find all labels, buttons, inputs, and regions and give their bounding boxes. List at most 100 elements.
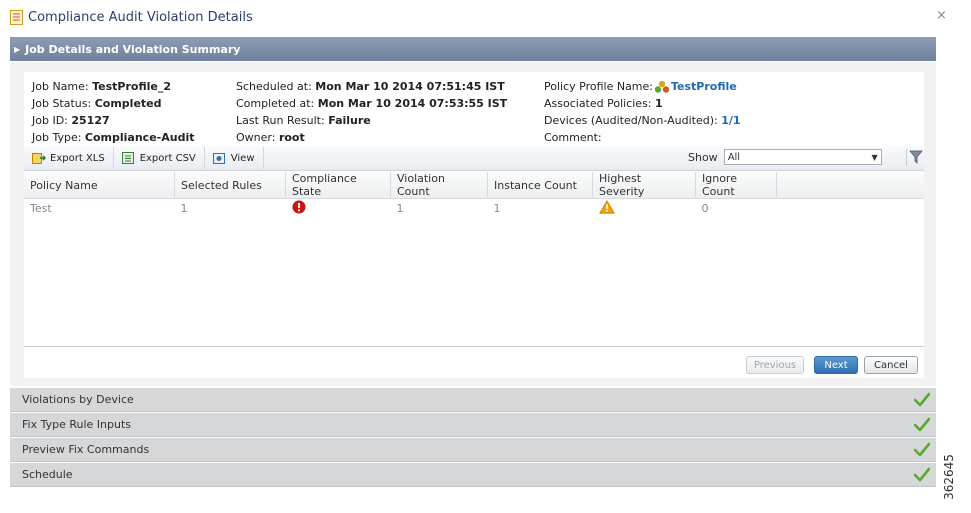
scheduled-row: Scheduled at: Mon Mar 10 2014 07:51:45 I… bbox=[236, 78, 507, 95]
grid-toolbar: Export XLS Export CSV View Show All ▼ bbox=[24, 146, 924, 171]
section-schedule[interactable]: Schedule bbox=[10, 463, 936, 487]
policy-name-cell: Test bbox=[30, 201, 52, 215]
scheduled-label: Scheduled at: bbox=[236, 80, 316, 93]
job-type-label: Job Type: bbox=[32, 131, 85, 144]
dialog-title: Compliance Audit Violation Details bbox=[10, 6, 253, 28]
policy-profile-link[interactable]: TestProfile bbox=[671, 78, 737, 95]
column-header[interactable]: Ignore Count bbox=[695, 172, 777, 199]
instance-count-cell: 1 bbox=[493, 201, 501, 215]
job-id-label: Job ID: bbox=[32, 114, 72, 127]
show-filter: Show All ▼ bbox=[688, 149, 882, 165]
summary-section-header[interactable]: ▶ Job Details and Violation Summary bbox=[10, 37, 936, 61]
job-status-row: Job Status: Completed bbox=[32, 95, 194, 112]
table-header-row: Policy Name Selected Rules Compliance St… bbox=[24, 172, 924, 199]
job-info-column-3: Policy Profile Name: TestProfile Associa… bbox=[544, 78, 741, 146]
associated-policies-label: Associated Policies: bbox=[544, 97, 656, 110]
summary-panel: Job Name: TestProfile_2 Job Status: Comp… bbox=[10, 62, 936, 386]
job-info-column-1: Job Name: TestProfile_2 Job Status: Comp… bbox=[32, 78, 194, 146]
export-xls-label: Export XLS bbox=[50, 152, 105, 164]
check-icon bbox=[914, 442, 930, 457]
violation-count-cell: 1 bbox=[396, 201, 404, 215]
document-icon bbox=[10, 9, 23, 25]
associated-policies-row: Associated Policies: 1 bbox=[544, 95, 741, 112]
next-button[interactable]: Next bbox=[814, 356, 858, 374]
warning-icon bbox=[598, 199, 615, 214]
section-preview-fix-commands[interactable]: Preview Fix Commands bbox=[10, 438, 936, 462]
compliance-state-cell bbox=[286, 199, 391, 218]
last-run-label: Last Run Result: bbox=[236, 114, 329, 127]
view-label: View bbox=[230, 152, 255, 164]
violation-summary-table: Policy Name Selected Rules Compliance St… bbox=[24, 172, 924, 217]
selected-rules-cell: 1 bbox=[180, 201, 188, 215]
section-label: Schedule bbox=[22, 468, 73, 481]
highest-severity-cell bbox=[593, 199, 696, 218]
view-button[interactable]: View bbox=[205, 147, 264, 169]
table-row[interactable]: Test 1 1 1 0 bbox=[24, 199, 924, 218]
chevron-down-icon: ▼ bbox=[871, 152, 878, 162]
devices-row: Devices (Audited/Non-Audited): 1/1 bbox=[544, 112, 741, 129]
filler-cell bbox=[777, 199, 925, 218]
owner-label: Owner: bbox=[236, 131, 279, 144]
job-status-label: Job Status: bbox=[32, 97, 95, 110]
figure-id-text: 362645 bbox=[941, 454, 956, 500]
column-header[interactable]: Selected Rules bbox=[174, 172, 286, 199]
show-select-value: All bbox=[727, 151, 741, 163]
export-xls-button[interactable]: Export XLS bbox=[24, 147, 114, 169]
column-header[interactable]: Policy Name bbox=[24, 172, 175, 199]
close-button[interactable]: × bbox=[936, 8, 947, 23]
policy-profile-label: Policy Profile Name: bbox=[544, 80, 653, 93]
completed-label: Completed at: bbox=[236, 97, 318, 110]
expand-arrow-icon: ▶ bbox=[14, 44, 21, 54]
job-id-row: Job ID: 25127 bbox=[32, 112, 194, 129]
completed-value: Mon Mar 10 2014 07:53:55 IST bbox=[317, 97, 508, 110]
section-label: Violations by Device bbox=[22, 393, 134, 406]
job-id-value: 25127 bbox=[71, 114, 110, 127]
job-type-row: Job Type: Compliance-Audit bbox=[32, 129, 194, 146]
figure-id: 362645 bbox=[942, 448, 962, 510]
divider bbox=[24, 346, 924, 347]
devices-link[interactable]: 1/1 bbox=[721, 114, 740, 127]
column-header[interactable]: Highest Severity bbox=[592, 172, 696, 199]
comment-label: Comment: bbox=[544, 131, 602, 144]
column-header[interactable]: Instance Count bbox=[487, 172, 593, 199]
filter-icon[interactable] bbox=[906, 149, 924, 166]
completed-row: Completed at: Mon Mar 10 2014 07:53:55 I… bbox=[236, 95, 507, 112]
view-icon bbox=[212, 152, 225, 164]
check-icon bbox=[914, 467, 930, 482]
job-name-label: Job Name: bbox=[32, 80, 93, 93]
scheduled-value: Mon Mar 10 2014 07:51:45 IST bbox=[315, 80, 505, 93]
dialog-title-text: Compliance Audit Violation Details bbox=[28, 9, 253, 25]
last-run-value: Failure bbox=[328, 114, 371, 127]
ignore-count-cell: 0 bbox=[701, 201, 709, 215]
owner-row: Owner: root bbox=[236, 129, 507, 146]
error-icon bbox=[292, 200, 305, 213]
section-fix-type-rule-inputs[interactable]: Fix Type Rule Inputs bbox=[10, 413, 936, 437]
section-violations-by-device[interactable]: Violations by Device bbox=[10, 388, 936, 412]
check-icon bbox=[914, 417, 930, 432]
export-csv-button[interactable]: Export CSV bbox=[114, 147, 205, 169]
job-type-value: Compliance-Audit bbox=[84, 131, 195, 144]
devices-label: Devices (Audited/Non-Audited): bbox=[544, 114, 722, 127]
check-icon bbox=[914, 392, 930, 407]
policy-profile-icon bbox=[654, 80, 670, 93]
job-status-value: Completed bbox=[94, 97, 162, 110]
policy-profile-row: Policy Profile Name: TestProfile bbox=[544, 78, 741, 95]
show-select[interactable]: All ▼ bbox=[723, 149, 882, 165]
summary-section-title: Job Details and Violation Summary bbox=[25, 42, 241, 56]
column-header[interactable]: Compliance State bbox=[285, 172, 391, 199]
job-name-value: TestProfile_2 bbox=[92, 80, 171, 93]
export-xls-icon bbox=[32, 152, 46, 164]
column-header-filler bbox=[776, 172, 924, 199]
section-label: Fix Type Rule Inputs bbox=[22, 418, 132, 431]
section-label: Preview Fix Commands bbox=[22, 443, 150, 456]
cancel-button[interactable]: Cancel bbox=[864, 356, 918, 374]
owner-value: root bbox=[278, 131, 305, 144]
job-name-row: Job Name: TestProfile_2 bbox=[32, 78, 194, 95]
last-run-row: Last Run Result: Failure bbox=[236, 112, 507, 129]
export-csv-icon bbox=[121, 151, 134, 164]
export-csv-label: Export CSV bbox=[139, 152, 196, 164]
comment-row: Comment: bbox=[544, 129, 741, 146]
column-header[interactable]: Violation Count bbox=[390, 172, 488, 199]
previous-button[interactable]: Previous bbox=[746, 356, 804, 374]
show-label: Show bbox=[688, 150, 718, 164]
